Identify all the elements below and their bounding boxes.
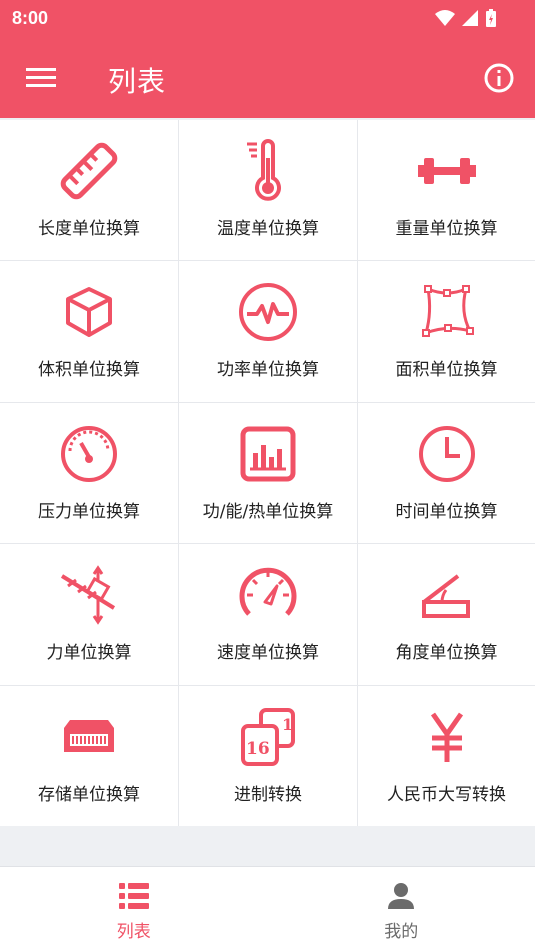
grid-item-label: 温度单位换算 bbox=[179, 214, 357, 239]
grid-item-temperature[interactable]: 温度单位换算 bbox=[179, 120, 357, 260]
area-icon bbox=[414, 279, 480, 345]
angle-icon bbox=[414, 562, 480, 628]
svg-text:16: 16 bbox=[246, 739, 270, 759]
storage-icon bbox=[56, 704, 122, 770]
person-icon bbox=[384, 879, 418, 913]
grid-item-label: 重量单位换算 bbox=[358, 214, 535, 239]
grid-item-label: 人民币大写转换 bbox=[358, 780, 535, 805]
grid-item-length[interactable]: 长度单位换算 bbox=[0, 120, 178, 260]
grid-item-label: 进制转换 bbox=[179, 780, 357, 805]
info-icon[interactable] bbox=[483, 62, 515, 94]
status-bar: 8:00 bbox=[0, 0, 535, 38]
grid-item-label: 力单位换算 bbox=[0, 638, 178, 663]
grid-item-label: 压力单位换算 bbox=[0, 497, 178, 522]
converter-grid: 长度单位换算 温度单位换算 重量单位换算 体积单位换算 bbox=[0, 120, 535, 826]
grid-item-label: 体积单位换算 bbox=[0, 355, 178, 380]
grid-item-base[interactable]: 1 16 进制转换 bbox=[179, 686, 357, 826]
speedometer-icon bbox=[235, 562, 301, 628]
page-title: 列表 bbox=[108, 60, 166, 100]
grid-item-power[interactable]: 功率单位换算 bbox=[179, 261, 357, 401]
tab-mine[interactable]: 我的 bbox=[268, 867, 535, 952]
grid-item-pressure[interactable]: 压力单位换算 bbox=[0, 403, 178, 543]
grid-item-angle[interactable]: 角度单位换算 bbox=[358, 544, 535, 684]
grid-item-label: 速度单位换算 bbox=[179, 638, 357, 663]
signal-icon bbox=[461, 9, 479, 27]
dumbbell-icon bbox=[414, 138, 480, 204]
ruler-icon bbox=[56, 138, 122, 204]
grid-item-time[interactable]: 时间单位换算 bbox=[358, 403, 535, 543]
grid-item-label: 长度单位换算 bbox=[0, 214, 178, 239]
grid-item-weight[interactable]: 重量单位换算 bbox=[358, 120, 535, 260]
base-number-icon: 1 16 bbox=[235, 704, 301, 770]
tab-list-label: 列表 bbox=[0, 917, 268, 942]
grid-item-energy[interactable]: 功/能/热单位换算 bbox=[179, 403, 357, 543]
menu-icon[interactable] bbox=[26, 66, 56, 90]
status-icons bbox=[435, 8, 497, 28]
tab-list[interactable]: 列表 bbox=[0, 867, 268, 952]
svg-text:1: 1 bbox=[282, 715, 293, 734]
grid-item-area[interactable]: 面积单位换算 bbox=[358, 261, 535, 401]
force-icon bbox=[56, 562, 122, 628]
bar-chart-icon bbox=[235, 421, 301, 487]
cube-icon bbox=[56, 279, 122, 345]
grid-item-label: 时间单位换算 bbox=[358, 497, 535, 522]
status-time: 8:00 bbox=[12, 8, 48, 29]
grid-item-speed[interactable]: 速度单位换算 bbox=[179, 544, 357, 684]
grid-item-storage[interactable]: 存储单位换算 bbox=[0, 686, 178, 826]
grid-item-rmb[interactable]: 人民币大写转换 bbox=[358, 686, 535, 826]
battery-icon bbox=[485, 8, 497, 28]
bottom-nav: 列表 我的 bbox=[0, 866, 535, 952]
list-icon bbox=[117, 879, 151, 913]
thermometer-icon bbox=[235, 138, 301, 204]
grid-item-force[interactable]: 力单位换算 bbox=[0, 544, 178, 684]
power-pulse-icon bbox=[235, 279, 301, 345]
grid-item-label: 功/能/热单位换算 bbox=[179, 497, 357, 522]
grid-item-label: 角度单位换算 bbox=[358, 638, 535, 663]
grid-item-volume[interactable]: 体积单位换算 bbox=[0, 261, 178, 401]
gauge-icon bbox=[56, 421, 122, 487]
app-bar: 列表 bbox=[0, 38, 535, 118]
yuan-icon bbox=[414, 704, 480, 770]
wifi-icon bbox=[435, 9, 455, 27]
grid-item-label: 功率单位换算 bbox=[179, 355, 357, 380]
clock-icon bbox=[414, 421, 480, 487]
tab-mine-label: 我的 bbox=[268, 917, 535, 942]
grid-item-label: 面积单位换算 bbox=[358, 355, 535, 380]
grid-item-label: 存储单位换算 bbox=[0, 780, 178, 805]
